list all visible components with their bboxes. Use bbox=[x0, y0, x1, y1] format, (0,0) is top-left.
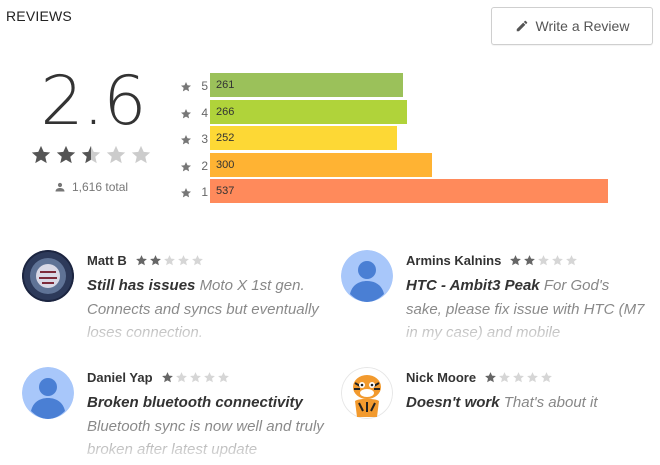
reviewer-avatar bbox=[341, 367, 393, 419]
review-rating-stars bbox=[135, 254, 204, 267]
histogram-count: 266 bbox=[216, 105, 235, 118]
default-avatar-icon bbox=[22, 367, 74, 419]
review-body: Armins Kalnins HTC - Ambit3 Peak For God'… bbox=[406, 252, 646, 345]
star-empty-icon bbox=[106, 145, 126, 164]
star-empty-icon bbox=[527, 371, 538, 382]
review-card: Nick Moore Doesn't work That's about it bbox=[341, 367, 641, 465]
photo-avatar-icon bbox=[22, 250, 74, 302]
review-body: Nick Moore Doesn't work That's about it bbox=[406, 369, 646, 415]
histogram-star-level: 3 bbox=[201, 132, 208, 147]
star-empty-icon bbox=[499, 371, 510, 382]
review-title: Broken bluetooth connectivity bbox=[87, 394, 303, 411]
star-icon bbox=[180, 160, 192, 172]
tiger-avatar-icon bbox=[341, 367, 393, 419]
reviewer-avatar bbox=[341, 250, 393, 302]
histogram-bar: 266 bbox=[210, 99, 407, 124]
star-icon bbox=[180, 186, 192, 198]
star-empty-icon bbox=[217, 371, 229, 382]
rating-histogram: 5 261 4 266 3 252 2 300 1 537 bbox=[180, 73, 608, 206]
histogram-bar: 261 bbox=[210, 73, 403, 97]
star-filled-icon bbox=[485, 371, 496, 382]
review-snippet: Bluetooth sync is now well and truly bro… bbox=[87, 417, 324, 459]
histogram-row-1: 1 537 bbox=[180, 179, 608, 206]
star-empty-icon bbox=[189, 371, 201, 382]
histogram-row-4: 4 266 bbox=[180, 99, 407, 127]
histogram-count: 261 bbox=[216, 79, 235, 91]
total-ratings-label: 1,616 total bbox=[72, 180, 129, 194]
histogram-star-level: 2 bbox=[201, 158, 208, 173]
histogram-row-5: 5 261 bbox=[180, 73, 403, 100]
star-filled-icon bbox=[135, 254, 147, 265]
review-body: Daniel Yap Broken bluetooth connectivity … bbox=[87, 369, 327, 462]
star-empty-icon bbox=[513, 371, 524, 382]
histogram-star-level: 4 bbox=[201, 105, 208, 120]
total-ratings: 1,616 total bbox=[54, 180, 128, 194]
write-review-button[interactable]: Write a Review bbox=[491, 7, 653, 45]
review-card: Armins Kalnins HTC - Ambit3 Peak For God'… bbox=[341, 250, 644, 350]
star-filled-icon bbox=[524, 254, 536, 265]
star-filled-icon bbox=[31, 145, 51, 164]
star-empty-icon bbox=[175, 371, 187, 382]
star-empty-icon bbox=[191, 254, 203, 265]
star-empty-icon bbox=[552, 254, 564, 265]
review-text: Still has issues Moto X 1st gen. Connect… bbox=[87, 274, 327, 345]
histogram-row-3: 3 252 bbox=[180, 126, 397, 153]
star-filled-icon bbox=[510, 254, 522, 265]
star-empty-icon bbox=[163, 254, 175, 265]
review-title: HTC - Ambit3 Peak bbox=[406, 277, 540, 294]
review-text: HTC - Ambit3 Peak For God's sake, please… bbox=[406, 274, 646, 345]
review-card: Daniel Yap Broken bluetooth connectivity … bbox=[22, 367, 324, 465]
reviewer-name: Matt B bbox=[87, 252, 127, 268]
histogram-count: 300 bbox=[216, 158, 235, 171]
histogram-bar: 252 bbox=[210, 126, 397, 150]
star-empty-icon bbox=[566, 254, 578, 265]
review-title: Still has issues bbox=[87, 277, 196, 294]
star-half-icon bbox=[81, 145, 101, 164]
star-empty-icon bbox=[538, 254, 550, 265]
histogram-bar: 300 bbox=[210, 152, 432, 177]
star-icon bbox=[180, 133, 192, 145]
average-rating-stars bbox=[30, 144, 152, 166]
star-empty-icon bbox=[203, 371, 215, 382]
star-filled-icon bbox=[56, 145, 76, 164]
star-icon bbox=[180, 107, 192, 119]
reviewer-name: Armins Kalnins bbox=[406, 252, 502, 268]
review-text: Doesn't work That's about it bbox=[406, 391, 646, 415]
pencil-icon bbox=[516, 20, 527, 32]
star-icon bbox=[180, 80, 192, 92]
histogram-star-level: 1 bbox=[201, 185, 208, 200]
review-text: Broken bluetooth connectivity Bluetooth … bbox=[87, 391, 327, 462]
review-rating-stars bbox=[509, 254, 578, 267]
reviewer-name: Nick Moore bbox=[406, 369, 477, 385]
star-empty-icon bbox=[541, 371, 552, 382]
histogram-bar: 537 bbox=[210, 179, 608, 203]
review-rating-stars bbox=[484, 371, 553, 384]
histogram-count: 252 bbox=[216, 132, 235, 144]
text-fade bbox=[341, 427, 641, 465]
star-filled-icon bbox=[149, 254, 161, 265]
review-rating-stars bbox=[161, 371, 230, 384]
average-rating: 2.6 bbox=[40, 62, 146, 141]
histogram-count: 537 bbox=[216, 185, 235, 197]
review-card: Matt B Still has issues Moto X 1st gen. C… bbox=[22, 250, 322, 350]
reviewer-name: Daniel Yap bbox=[87, 369, 153, 385]
reviews-heading: REVIEWS bbox=[6, 8, 72, 24]
person-icon bbox=[55, 182, 65, 192]
review-snippet: That's about it bbox=[503, 394, 598, 411]
default-avatar-icon bbox=[341, 250, 393, 302]
star-filled-icon bbox=[161, 371, 173, 382]
review-title: Doesn't work bbox=[406, 394, 500, 411]
star-empty-icon bbox=[131, 145, 151, 164]
reviewer-avatar bbox=[22, 367, 74, 419]
histogram-star-level: 5 bbox=[201, 79, 208, 94]
review-body: Matt B Still has issues Moto X 1st gen. C… bbox=[87, 252, 327, 345]
histogram-row-2: 2 300 bbox=[180, 152, 432, 180]
write-review-label: Write a Review bbox=[535, 18, 630, 34]
star-empty-icon bbox=[177, 254, 189, 265]
reviewer-avatar bbox=[22, 250, 74, 302]
